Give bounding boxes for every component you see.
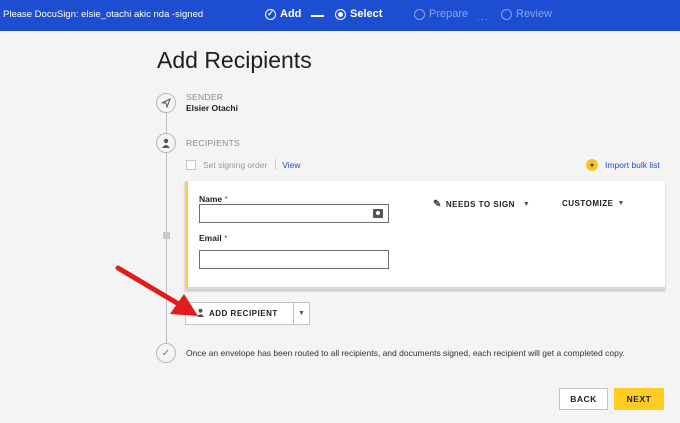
customize-dropdown[interactable]: CUSTOMIZE ▼ xyxy=(562,199,625,208)
annotation-arrow-icon xyxy=(115,265,198,316)
step-select[interactable]: Select xyxy=(335,8,382,20)
signing-order-row: Set signing order View xyxy=(186,159,301,170)
radio-dot-icon xyxy=(335,8,346,20)
recipient-action-dropdown[interactable]: ✎ NEEDS TO SIGN ▼ xyxy=(433,199,530,210)
empty-circle-icon xyxy=(414,8,425,20)
pen-icon: ✎ xyxy=(433,199,442,210)
step-review[interactable]: Review xyxy=(501,8,552,20)
required-mark: * xyxy=(224,233,228,243)
divider xyxy=(275,159,277,170)
lock-icon: ● xyxy=(586,159,598,171)
empty-circle-icon xyxy=(501,8,512,20)
sender-name: Elsier Otachi xyxy=(186,103,238,113)
next-button[interactable]: NEXT xyxy=(614,388,664,410)
send-icon xyxy=(156,93,176,113)
required-mark: * xyxy=(224,194,228,204)
step-review-label: Review xyxy=(516,8,553,20)
step-connector-dots: ··· xyxy=(477,14,489,24)
view-link[interactable]: View xyxy=(282,160,300,170)
step-add[interactable]: ✓ Add xyxy=(265,8,301,20)
person-icon xyxy=(156,133,176,153)
completion-note: Once an envelope has been routed to all … xyxy=(186,348,625,358)
step-add-label: Add xyxy=(280,8,302,20)
page-title: Add Recipients xyxy=(157,47,312,73)
step-prepare[interactable]: Prepare xyxy=(414,8,468,20)
contacts-icon[interactable] xyxy=(373,209,383,218)
email-input[interactable] xyxy=(199,250,389,269)
import-bulk-list-label: Import bulk list xyxy=(605,160,660,170)
customize-label: CUSTOMIZE xyxy=(562,199,614,208)
name-label: Name * xyxy=(199,194,228,204)
step-prepare-label: Prepare xyxy=(429,8,469,20)
signing-order-label: Set signing order xyxy=(203,159,268,170)
add-recipient-button-group: ADD RECIPIENT ▼ xyxy=(185,302,310,325)
step-connector xyxy=(311,15,324,17)
recipients-heading: RECIPIENTS xyxy=(186,138,241,148)
back-button[interactable]: BACK xyxy=(559,388,608,410)
check-icon: ✓ xyxy=(156,343,176,363)
email-label: Email * xyxy=(199,233,227,243)
import-bulk-list[interactable]: ● Import bulk list xyxy=(586,159,660,171)
check-circle-icon: ✓ xyxy=(265,8,276,20)
add-recipient-label: ADD RECIPIENT xyxy=(209,309,278,318)
add-recipient-dropdown-toggle[interactable]: ▼ xyxy=(294,310,309,317)
recipient-card: Name * Email * ✎ NEEDS TO SIGN ▼ CUSTOMI… xyxy=(185,181,665,290)
step-select-label: Select xyxy=(350,8,383,20)
name-input[interactable] xyxy=(199,204,389,223)
sender-heading: SENDER xyxy=(186,92,224,102)
caret-down-icon: ▼ xyxy=(617,200,625,207)
document-title: Please DocuSign: elsie_otachi akic nda -… xyxy=(3,9,203,20)
add-recipient-button[interactable]: ADD RECIPIENT xyxy=(186,303,294,324)
caret-down-icon: ▼ xyxy=(522,201,531,208)
recipient-action-label: NEEDS TO SIGN xyxy=(445,200,515,209)
email-label-text: Email xyxy=(199,233,222,243)
timeline-marker xyxy=(163,232,170,239)
top-bar: Please DocuSign: elsie_otachi akic nda -… xyxy=(0,0,680,31)
signing-order-checkbox[interactable] xyxy=(186,159,196,170)
name-label-text: Name xyxy=(199,194,223,204)
